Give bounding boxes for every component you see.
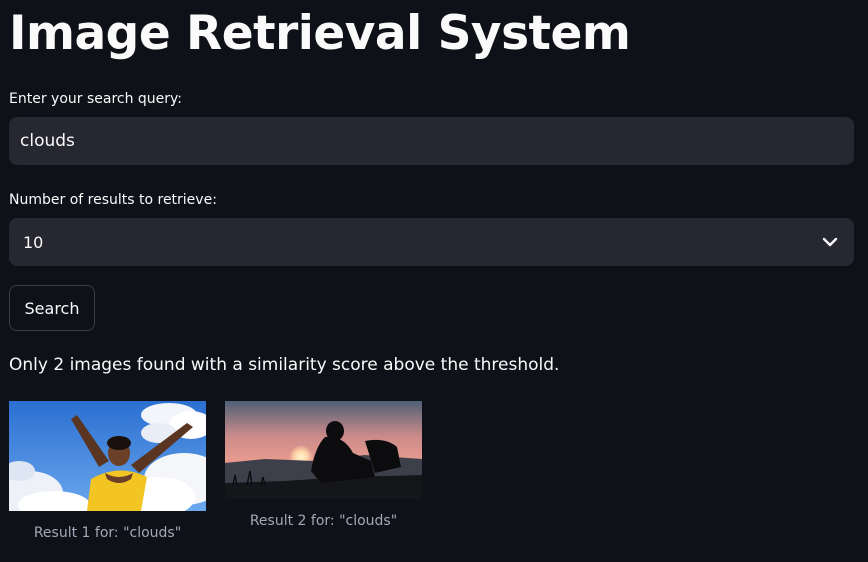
chevron-down-icon[interactable] xyxy=(820,232,840,252)
search-query-label: Enter your search query: xyxy=(9,91,183,107)
search-query-field[interactable] xyxy=(9,117,854,165)
app-root: Image Retrieval System Enter your search… xyxy=(0,0,868,562)
result-image-1[interactable] xyxy=(9,401,206,511)
result-count-value: 10 xyxy=(23,232,44,252)
result-card-2: Result 2 for: "clouds" xyxy=(225,401,422,529)
result-image-2[interactable] xyxy=(225,401,422,499)
search-button[interactable]: Search xyxy=(9,285,95,331)
page-title: Image Retrieval System xyxy=(9,6,631,61)
result-caption-2: Result 2 for: "clouds" xyxy=(249,513,398,529)
status-message: Only 2 images found with a similarity sc… xyxy=(9,355,560,375)
search-input[interactable] xyxy=(9,117,854,165)
result-card-1: Result 1 for: "clouds" xyxy=(9,401,206,541)
result-count-label: Number of results to retrieve: xyxy=(9,192,217,208)
result-caption-1: Result 1 for: "clouds" xyxy=(33,525,182,541)
result-count-select[interactable]: 10 xyxy=(9,218,854,266)
